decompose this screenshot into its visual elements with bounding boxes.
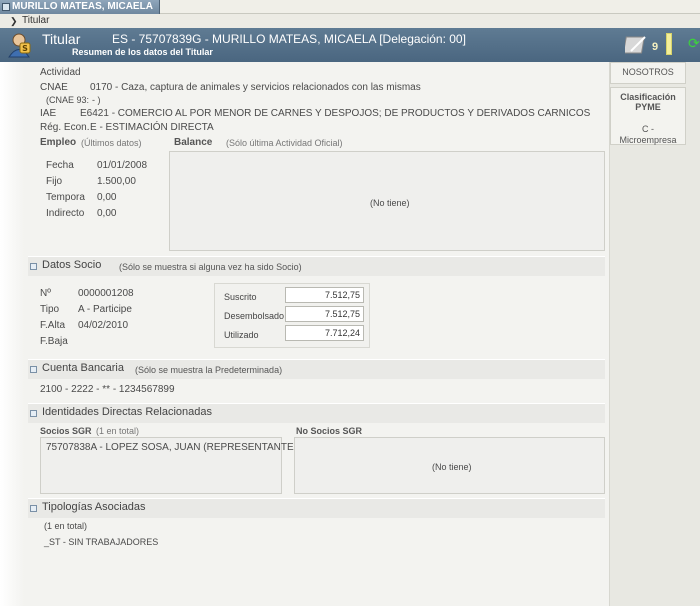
right-card-pyme: Clasificación PYME C - Microempresa [610, 87, 686, 145]
tipologias-note: (1 en total) [44, 521, 88, 531]
empleo-fecha-label: Fecha [46, 160, 74, 171]
section-datos-socio-title: Datos Socio [42, 259, 102, 271]
iae-label: IAE [40, 108, 57, 119]
socios-sgr-label: Socios SGR [40, 426, 92, 436]
section-datos-socio-note: (Sólo se muestra si alguna vez ha sido S… [119, 262, 302, 272]
section-cuenta-bancaria[interactable]: Cuenta Bancaria (Sólo se muestra la Pred… [28, 359, 605, 379]
balance-box: (No tiene) [169, 151, 605, 251]
notes-count: 9 [652, 41, 659, 53]
user-badge-icon: S [8, 33, 31, 58]
page-title: Titular [42, 31, 81, 47]
empleo-temporal-label: Tempora [46, 192, 85, 203]
notes-icon[interactable] [625, 33, 649, 55]
empleo-indirecto-label: Indirecto [46, 208, 85, 219]
cnae93-value: - ) [92, 95, 101, 105]
empleo-note: (Últimos datos) [81, 138, 142, 148]
socios-sgr-item[interactable]: 75707838A - LOPEZ SOSA, JUAN (REPRESENTA… [46, 442, 294, 453]
section-tipologias[interactable]: Tipologías Asociadas [28, 498, 605, 518]
nosocios-sgr-box: (No tiene) [294, 437, 605, 494]
empleo-fecha-value: 01/01/2008 [97, 160, 148, 171]
socio-fbaja-label: F.Baja [40, 336, 68, 347]
breadcrumb: ❯ Titular [0, 14, 700, 28]
pyme-value-2: Microempresa [619, 135, 677, 145]
empleo-indirecto-value: 0,00 [97, 208, 117, 219]
cnae-value: 0170 - Caza, captura de animales y servi… [90, 82, 421, 93]
cnae-label: CNAE [40, 82, 68, 93]
empleo-fijo-value: 1.500,00 [97, 176, 136, 187]
cuenta-value: 2100 - 2222 - ** - 1234567899 [40, 384, 175, 395]
utilizado-field[interactable]: 7.712,24 [285, 325, 364, 341]
window-tab[interactable]: MURILLO MATEAS, MICAELA [0, 0, 160, 14]
right-card-nosotros[interactable]: NOSOTROS [610, 62, 686, 84]
page-header: S Titular ES - 75707839G - MURILLO MATEA… [0, 28, 700, 62]
pyme-title-2: PYME [635, 102, 661, 112]
socio-falta-label: F.Alta [40, 320, 66, 331]
suscrito-field[interactable]: 7.512,75 [285, 287, 364, 303]
regimen-label: Rég. Econ. [40, 122, 90, 133]
nosocios-sgr-label: No Socios SGR [296, 426, 363, 436]
socio-tipo-label: Tipo [40, 304, 60, 315]
window-icon [2, 3, 10, 11]
expand-icon[interactable] [30, 366, 37, 373]
utilizado-label: Utilizado [224, 330, 259, 340]
regimen-value: E - ESTIMACIÓN DIRECTA [90, 122, 214, 133]
socio-tipo-value: A - Participe [78, 304, 132, 315]
desembolsado-field[interactable]: 7.512,75 [285, 306, 364, 322]
window-tab-title: MURILLO MATEAS, MICAELA [12, 1, 153, 12]
desembolsado-label: Desembolsado [224, 311, 285, 321]
section-cuenta-note: (Sólo se muestra la Predeterminada) [135, 365, 283, 375]
empleo-label: Empleo [40, 137, 77, 148]
actividad-label: Actividad [40, 67, 81, 78]
socios-sgr-note: (1 en total) [96, 426, 140, 436]
right-card-nosotros-label: NOSOTROS [622, 67, 674, 77]
status-bar-indicator [666, 33, 672, 55]
section-cuenta-title: Cuenta Bancaria [42, 362, 124, 374]
cnae93-label: (CNAE 93: [46, 95, 90, 105]
nosocios-sgr-empty: (No tiene) [432, 462, 472, 472]
socios-sgr-box: 75707838A - LOPEZ SOSA, JUAN (REPRESENTA… [40, 437, 294, 494]
socio-falta-value: 04/02/2010 [78, 320, 129, 331]
section-identidades-title: Identidades Directas Relacionadas [42, 406, 212, 418]
balance-empty: (No tiene) [370, 198, 410, 208]
empleo-temporal-value: 0,00 [97, 192, 117, 203]
section-datos-socio[interactable]: Datos Socio (Sólo se muestra si alguna v… [28, 256, 605, 276]
socio-numero-value: 0000001208 [78, 288, 134, 299]
suscrito-label: Suscrito [224, 292, 257, 302]
chevron-right-icon: ❯ [10, 16, 18, 26]
window-tabstrip: MURILLO MATEAS, MICAELA [0, 0, 700, 14]
iae-value: E6421 - COMERCIO AL POR MENOR DE CARNES … [80, 108, 591, 119]
left-gutter [0, 62, 24, 606]
socio-numero-label: Nº [40, 288, 51, 299]
section-identidades[interactable]: Identidades Directas Relacionadas [28, 403, 605, 423]
page-subtitle: Resumen de los datos del Titular [72, 47, 213, 57]
expand-icon[interactable] [30, 410, 37, 417]
page-subject: ES - 75707839G - MURILLO MATEAS, MICAELA… [112, 32, 466, 46]
expand-icon[interactable] [30, 505, 37, 512]
empleo-fijo-label: Fijo [46, 176, 63, 187]
balance-label: Balance [174, 137, 213, 148]
balance-note: (Sólo última Actividad Oficial) [226, 138, 343, 148]
expand-icon[interactable] [30, 263, 37, 270]
pyme-title-1: Clasificación [620, 92, 676, 102]
svg-text:S: S [22, 44, 28, 53]
refresh-icon[interactable]: ⟳ [688, 36, 700, 50]
tipologias-item: _ST - SIN TRABAJADORES [44, 537, 159, 547]
section-tipologias-title: Tipologías Asociadas [42, 501, 146, 513]
breadcrumb-item-titular[interactable]: Titular [22, 15, 49, 26]
pyme-value-1: C - [642, 124, 654, 134]
